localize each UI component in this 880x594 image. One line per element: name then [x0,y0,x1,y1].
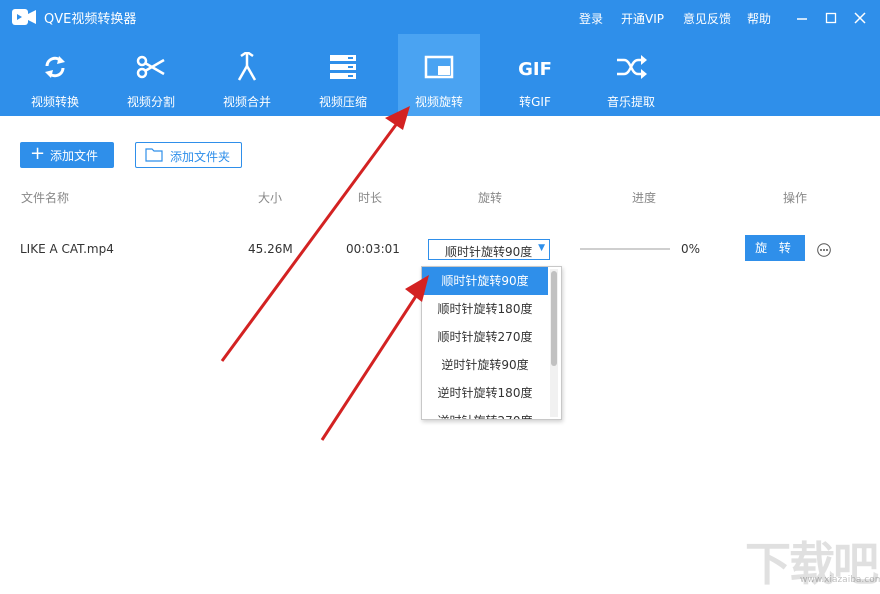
rotate-screen-icon [424,55,454,79]
header-duration: 时长 [358,191,383,205]
dropdown-scrollbar[interactable] [550,269,558,417]
feedback-link[interactable]: 意见反馈 [683,10,731,27]
dropdown-option[interactable]: 逆时针旋转270度 [422,407,548,419]
login-link[interactable]: 登录 [579,10,603,27]
function-toolbar: 视频转换 视频分割 视频合并 视频压缩 视频旋转 GIF 转GIF 音乐提取 [0,34,880,116]
help-link[interactable]: 帮助 [747,10,771,27]
dropdown-option[interactable]: 逆时针旋转180度 [422,379,548,407]
svg-text:GIF: GIF [518,59,552,80]
shuffle-icon [617,55,647,79]
tab-video-merge[interactable]: 视频合并 [206,34,288,116]
add-folder-button[interactable]: 添加文件夹 [135,142,242,168]
add-file-label: 添加文件 [50,149,99,163]
rotation-select[interactable]: 顺时针旋转90度 ▼ [428,239,550,260]
rotation-select-value: 顺时针旋转90度 [445,245,533,259]
file-duration: 00:03:01 [346,242,400,256]
tab-label: 视频合并 [222,95,271,109]
tab-video-split[interactable]: 视频分割 [110,34,192,116]
tab-video-rotate[interactable]: 视频旋转 [398,34,480,116]
refresh-icon [45,56,65,78]
tab-music-extract[interactable]: 音乐提取 [590,34,672,116]
tab-label: 视频压缩 [318,95,367,109]
gif-icon: GIF [518,59,552,80]
file-size: 45.26M [248,242,293,256]
tab-video-convert[interactable]: 视频转换 [14,34,96,116]
minimize-icon[interactable] [794,10,810,26]
more-options-icon[interactable] [817,243,831,257]
progress-text: 0% [681,242,701,256]
dropdown-option[interactable]: 顺时针旋转90度 [422,267,548,295]
app-window: QVE视频转换器 登录 开通VIP 意见反馈 帮助 视频转换 视频分割 视频合并… [0,0,880,591]
tab-to-gif[interactable]: GIF 转GIF [494,34,576,116]
add-file-button[interactable]: + 添加文件 [20,142,114,168]
close-icon[interactable] [852,10,868,26]
tab-label: 转GIF [519,95,551,109]
watermark-url: www.xiazaiba.com [800,575,880,585]
maximize-icon[interactable] [823,10,839,26]
app-logo-icon [12,9,36,25]
header-filename: 文件名称 [21,191,70,205]
dropdown-option[interactable]: 逆时针旋转90度 [422,351,548,379]
folder-icon [145,148,163,162]
add-folder-label: 添加文件夹 [170,150,231,164]
compress-icon [330,55,356,79]
app-title: QVE视频转换器 [44,12,137,27]
tab-video-compress[interactable]: 视频压缩 [302,34,384,116]
tab-label: 视频转换 [30,95,79,109]
file-name: LIKE A CAT.mp4 [20,242,114,256]
header-progress: 进度 [632,191,657,205]
scissors-icon [136,55,165,79]
vip-link[interactable]: 开通VIP [621,10,664,27]
dropdown-option[interactable]: 顺时针旋转270度 [422,323,548,351]
chevron-down-icon: ▼ [538,243,545,253]
merge-icon [237,52,257,81]
annotation-arrow-option [320,292,420,441]
scrollbar-thumb[interactable] [551,271,557,366]
header-rotation: 旋转 [478,191,503,205]
header-size: 大小 [258,191,283,205]
header-actions: 操作 [783,191,808,205]
rotation-dropdown: 顺时针旋转90度 顺时针旋转180度 顺时针旋转270度 逆时针旋转90度 逆时… [421,266,562,420]
header: QVE视频转换器 登录 开通VIP 意见反馈 帮助 视频转换 视频分割 视频合并… [0,0,880,116]
plus-icon: + [30,143,46,164]
tab-label: 视频旋转 [414,95,463,109]
tab-label: 音乐提取 [606,95,655,109]
title-bar: QVE视频转换器 登录 开通VIP 意见反馈 帮助 [0,0,880,34]
tab-label: 视频分割 [126,95,175,109]
dropdown-option[interactable]: 顺时针旋转180度 [422,295,548,323]
progress-bar [580,248,670,250]
rotate-button[interactable]: 旋 转 [745,235,805,261]
